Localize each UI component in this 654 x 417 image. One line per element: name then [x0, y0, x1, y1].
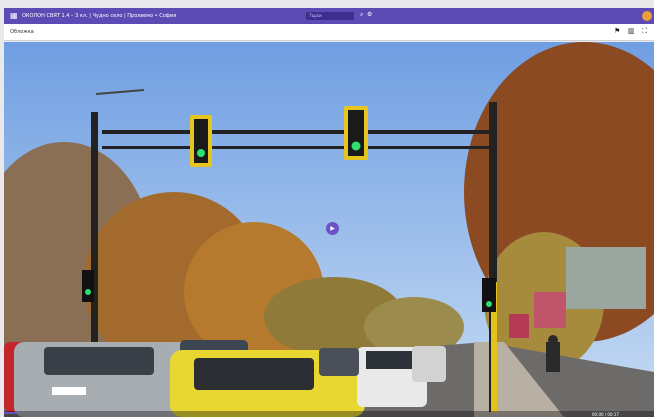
layout-icon[interactable]: ▥ — [628, 27, 635, 35]
window-title: ОКОЛОН СВЯТ 1.4 – 3 кл. | Чудно село | П… — [22, 13, 177, 19]
video-player[interactable]: ▶ 00:00 / 00:17 — [4, 42, 654, 417]
section-label: Обложка — [10, 29, 34, 35]
search-input[interactable]: Търси — [306, 12, 354, 20]
search-icon[interactable]: ⌕ — [360, 11, 363, 19]
grid-icon[interactable]: ▦ — [10, 12, 18, 20]
avatar[interactable] — [642, 11, 652, 21]
gear-icon[interactable]: ⚙ — [367, 11, 372, 18]
app-top-bar: ▦ ОКОЛОН СВЯТ 1.4 – 3 кл. | Чудно село |… — [4, 8, 654, 24]
video-controls: 00:00 / 00:17 — [4, 411, 654, 417]
play-icon[interactable]: ▶ — [326, 222, 339, 235]
time-label: 00:00 / 00:17 — [592, 412, 619, 417]
bookmark-icon[interactable]: ⚑ — [614, 27, 620, 35]
content-toolbar: Обложка ⚑ ▥ ⛶ — [4, 24, 654, 41]
fullscreen-icon[interactable]: ⛶ — [642, 27, 647, 36]
progress-bar[interactable] — [4, 412, 17, 414]
